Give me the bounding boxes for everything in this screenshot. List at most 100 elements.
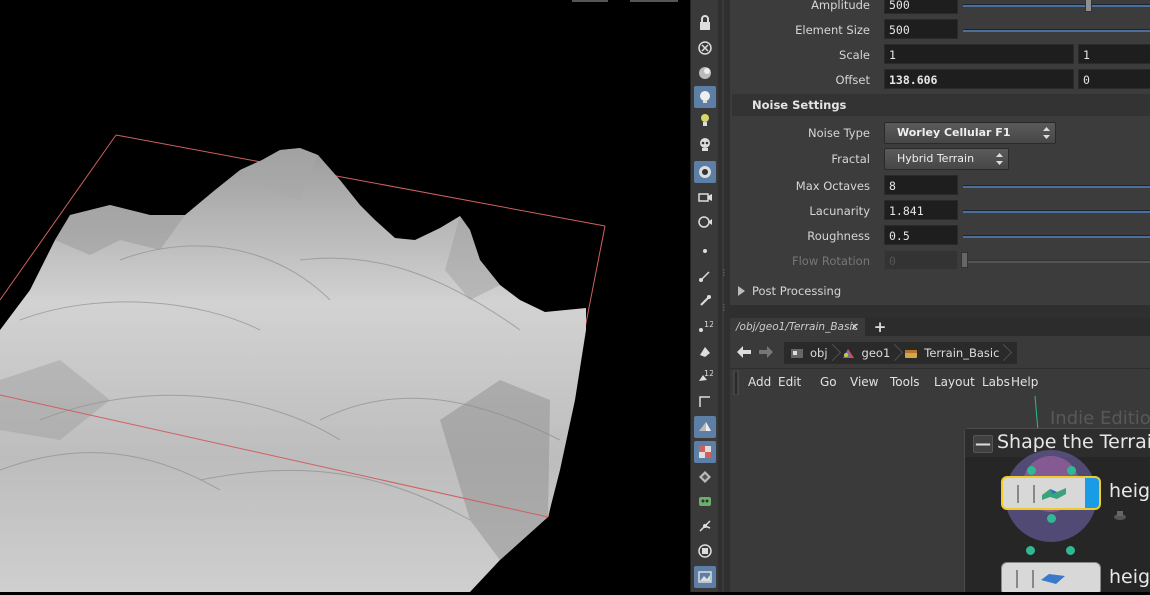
toolbar-button[interactable] [694, 109, 716, 131]
menu-view[interactable]: View [850, 375, 878, 389]
amplitude-field[interactable]: 500 [884, 0, 958, 14]
post-processing-folder[interactable]: Post Processing [730, 280, 1150, 302]
input-port[interactable] [1026, 546, 1035, 555]
roughness-field[interactable]: 0.5 [884, 225, 958, 245]
menu-grip-icon[interactable] [732, 371, 740, 395]
toolbar-button[interactable] [694, 161, 716, 183]
toolbar-button[interactable] [694, 566, 716, 588]
snap-icon [699, 520, 711, 532]
display-flag[interactable] [1085, 478, 1099, 508]
breadcrumb-item[interactable]: Terrain_Basic [898, 342, 1007, 364]
toolbar-button[interactable] [694, 240, 716, 262]
shaded-icon [699, 422, 711, 431]
lacunarity-field[interactable]: 1.841 [884, 200, 958, 220]
scene-viewport[interactable] [0, 0, 690, 592]
heightfield-icon [1041, 574, 1065, 584]
menu-help[interactable]: Help [1011, 375, 1038, 389]
flow-rotation-field: 0 [884, 250, 958, 270]
network-canvas[interactable]: Indie Edition — Shape the Terrain height… [730, 396, 1150, 592]
view-camera-icon [698, 216, 712, 228]
noise-settings-header[interactable]: Noise Settings [732, 94, 1150, 116]
primitive-number-icon: 12 [699, 369, 713, 381]
toolbar-button[interactable] [694, 416, 716, 438]
noise-type-dropdown[interactable]: Worley Cellular F1 [884, 122, 1056, 144]
param-label: Scale [839, 48, 870, 62]
back-arrow-icon[interactable] [736, 345, 752, 359]
svg-text:12: 12 [704, 369, 713, 378]
toolbar-button[interactable] [694, 134, 716, 156]
point-normal-icon [700, 295, 711, 306]
toolbar-button[interactable] [694, 490, 716, 512]
toolbar-button[interactable] [694, 211, 716, 233]
toolbar-button[interactable] [694, 265, 716, 287]
input-port[interactable] [1027, 466, 1036, 475]
toolbar-button[interactable] [694, 390, 716, 412]
menu-go[interactable]: Go [820, 375, 837, 389]
camera-icon [698, 193, 712, 202]
background-image-icon [698, 571, 712, 583]
amplitude-slider[interactable] [963, 0, 1150, 12]
point-number-icon: 12 [699, 320, 713, 332]
toolbar-button[interactable] [694, 186, 716, 208]
breadcrumb-item[interactable]: geo1 [836, 342, 899, 364]
breadcrumb-item[interactable]: obj [784, 342, 836, 364]
add-tab-button[interactable]: + [872, 318, 888, 336]
menu-layout[interactable]: Layout [934, 375, 975, 389]
toolbar-button[interactable] [694, 37, 716, 59]
forward-arrow-icon[interactable] [758, 345, 774, 359]
node-stripe [1016, 570, 1018, 588]
toolbar-button[interactable] [694, 340, 716, 362]
toolbar-button[interactable] [694, 466, 716, 488]
output-port[interactable] [1047, 514, 1056, 523]
input-port[interactable] [1067, 466, 1076, 475]
menu-add[interactable]: Add [748, 375, 771, 389]
offset-y-field[interactable]: 0 [1078, 69, 1150, 89]
param-scale: Scale 1 1 [730, 44, 1150, 66]
input-port[interactable] [1066, 546, 1075, 555]
roughness-slider[interactable] [963, 235, 1150, 238]
menu-edit[interactable]: Edit [778, 375, 801, 389]
obj-icon [791, 349, 803, 358]
max-octaves-field[interactable]: 8 [884, 175, 958, 195]
element-size-slider[interactable] [963, 29, 1150, 32]
toolbar-button[interactable] [694, 62, 716, 84]
element-size-field[interactable]: 500 [884, 19, 958, 39]
slider-knob [961, 252, 968, 268]
node-heightfield-noise[interactable] [1001, 476, 1101, 510]
breadcrumb-label: Terrain_Basic [924, 346, 1000, 360]
toolbar-button[interactable]: 12 [694, 365, 716, 387]
scale-y-field[interactable]: 1 [1078, 44, 1150, 64]
toolbar-button[interactable] [694, 441, 716, 463]
breadcrumb: obj geo1 Terrain_Basic [784, 342, 1018, 364]
node-name-label: heightfield_noise2 [1109, 566, 1150, 588]
pane-splitter[interactable]: ⋮ ⋮ [718, 0, 730, 592]
pane-splitter-horizontal[interactable] [730, 305, 1150, 318]
param-label: Roughness [807, 229, 870, 243]
fractal-dropdown[interactable]: Hybrid Terrain [884, 148, 1009, 170]
toolbar-button[interactable] [694, 515, 716, 537]
lacunarity-slider[interactable] [963, 210, 1150, 213]
param-roughness: Roughness 0.5 [730, 225, 1150, 247]
geo-icon [842, 349, 854, 358]
slider-knob[interactable] [1085, 0, 1092, 12]
offset-x-field[interactable]: 138.606 [884, 69, 1074, 89]
param-max-octaves: Max Octaves 8 [730, 175, 1150, 197]
menu-tools[interactable]: Tools [890, 375, 920, 389]
close-icon[interactable]: × [850, 318, 859, 336]
expand-triangle-icon [738, 286, 745, 296]
toolbar-button[interactable] [694, 86, 716, 108]
param-label: Max Octaves [795, 179, 870, 193]
param-flow-rotation: Flow Rotation 0 [730, 250, 1150, 272]
node-heightfield-noise-2[interactable] [1001, 562, 1101, 592]
scale-x-field[interactable]: 1 [884, 44, 1074, 64]
shading-icon [699, 67, 711, 79]
max-octaves-slider[interactable] [963, 185, 1150, 188]
toolbar-button[interactable] [694, 290, 716, 312]
toolbar-button[interactable] [694, 540, 716, 562]
param-amplitude: Amplitude 500 [730, 0, 1150, 16]
toolbar-button[interactable]: 12 [694, 315, 716, 337]
updown-arrow-icon [996, 153, 1003, 165]
tab-network-path[interactable]: /obj/geo1/Terrain_Basic × [730, 318, 865, 336]
toolbar-button[interactable] [694, 12, 716, 34]
menu-labs[interactable]: Labs [982, 375, 1010, 389]
